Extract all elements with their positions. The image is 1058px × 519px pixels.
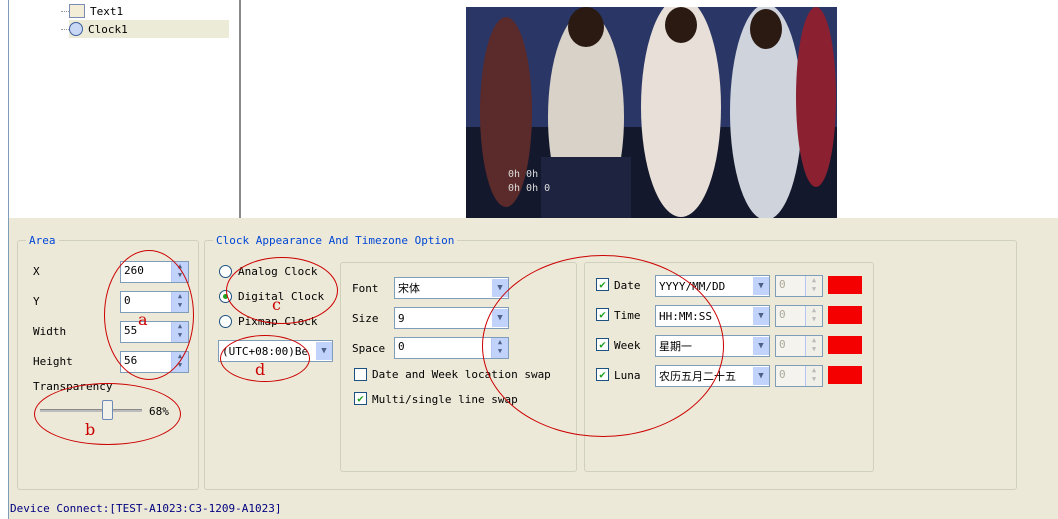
spin-arrows-icon[interactable]: ▲ ▼ — [805, 306, 822, 326]
preview-clock-line1: 0h 0h — [508, 169, 539, 180]
annotation-a: a — [138, 310, 148, 329]
date-week-swap-checkbox[interactable] — [354, 368, 367, 381]
space-value: 0 — [398, 340, 405, 353]
size-label: Size — [352, 312, 379, 325]
y-label: Y — [33, 295, 40, 308]
week-number-spinbox[interactable]: 0 ▲ ▼ — [775, 335, 823, 357]
date-number-value: 0 — [779, 278, 786, 291]
chevron-down-icon[interactable]: ▼ — [316, 342, 332, 360]
x-label: X — [33, 265, 40, 278]
space-label: Space — [352, 342, 386, 355]
annotation-b: b — [85, 420, 96, 439]
width-label: Width — [33, 325, 67, 338]
annotation-c: c — [272, 295, 281, 314]
preview-image: 0h 0h 0h 0h 0 — [466, 7, 837, 219]
chevron-down-icon[interactable]: ▼ — [753, 367, 769, 385]
chevron-down-icon[interactable]: ▼ — [753, 307, 769, 325]
font-label: Font — [352, 282, 379, 295]
luna-number-spinbox[interactable]: 0 ▲ ▼ — [775, 365, 823, 387]
annotation-circle-display — [482, 255, 724, 437]
multi-single-swap-label: Multi/single line swap — [372, 393, 518, 406]
height-label: Height — [33, 355, 73, 368]
tree-item-clock1[interactable]: Clock1 — [61, 20, 229, 38]
multi-single-swap-checkbox[interactable]: ✔ — [354, 392, 367, 405]
date-number-spinbox[interactable]: 0 ▲ ▼ — [775, 275, 823, 297]
chevron-down-icon[interactable]: ▼ — [753, 277, 769, 295]
font-select[interactable]: 宋体 ▼ — [394, 277, 509, 299]
pixmap-clock-radio[interactable] — [219, 315, 232, 328]
time-color-swatch[interactable] — [828, 306, 862, 324]
annotation-circle-c — [226, 257, 338, 324]
clock-icon — [69, 22, 83, 36]
device-connect-status: Device Connect:[TEST-A1023:C3-1209-A1023… — [10, 502, 282, 515]
spin-arrows-icon[interactable]: ▲ ▼ — [805, 276, 822, 296]
annotation-d: d — [255, 360, 266, 379]
spin-arrows-icon[interactable]: ▲ ▼ — [805, 336, 822, 356]
week-number-value: 0 — [779, 338, 786, 351]
size-value: 9 — [398, 311, 405, 325]
annotation-circle-b — [34, 383, 181, 445]
date-color-swatch[interactable] — [828, 276, 862, 294]
font-value: 宋体 — [398, 282, 420, 295]
time-number-spinbox[interactable]: 0 ▲ ▼ — [775, 305, 823, 327]
text-icon — [69, 4, 85, 18]
area-legend: Area — [29, 234, 56, 247]
tree-item-text1[interactable]: Text1 — [61, 2, 123, 20]
clock-appearance-legend: Clock Appearance And Timezone Option — [216, 234, 455, 247]
program-tree: Text1 Clock1 — [8, 0, 241, 218]
spin-arrows-icon[interactable]: ▲ ▼ — [805, 366, 822, 386]
annotation-circle-a — [104, 250, 194, 380]
luna-color-swatch[interactable] — [828, 366, 862, 384]
luna-number-value: 0 — [779, 368, 786, 381]
time-number-value: 0 — [779, 308, 786, 321]
chevron-down-icon[interactable]: ▼ — [753, 337, 769, 355]
preview-clock-line2: 0h 0h 0 — [508, 183, 551, 194]
week-color-swatch[interactable] — [828, 336, 862, 354]
